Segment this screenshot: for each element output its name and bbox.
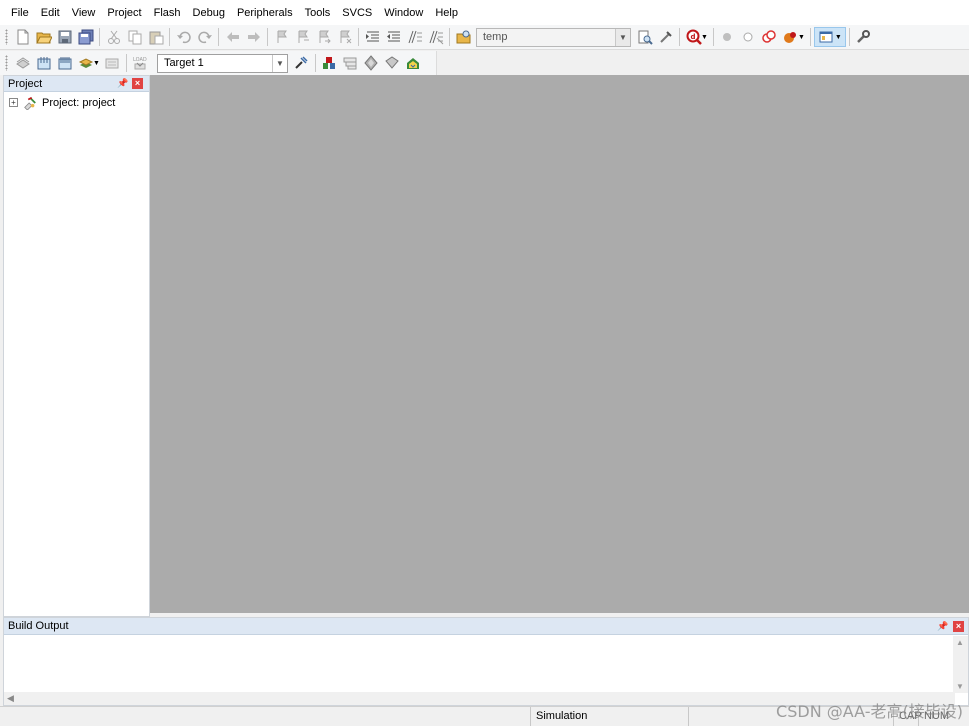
chevron-down-icon[interactable]: ▼ [701, 34, 708, 41]
build-output-title: Build Output [8, 620, 69, 632]
navigate-back-icon[interactable] [222, 27, 243, 47]
project-panel: Project 📌 × + Project: project [3, 75, 150, 617]
build-toolbar: ▼ LOAD Target 1 ▼ [0, 51, 437, 75]
menu-debug[interactable]: Debug [187, 0, 231, 26]
prev-bookmark-icon[interactable] [292, 27, 313, 47]
indent-icon[interactable] [362, 27, 383, 47]
find-combo[interactable]: temp ▼ [476, 27, 631, 47]
project-tree-root[interactable]: + Project: project [4, 94, 149, 111]
build-icon[interactable] [33, 53, 54, 73]
find-combo-value: temp [483, 31, 508, 43]
menu-svcs[interactable]: SVCS [336, 0, 378, 26]
undo-icon[interactable] [173, 27, 194, 47]
toolbar-separator [267, 28, 268, 46]
svg-text:d: d [690, 33, 695, 41]
project-panel-header: Project 📌 × [4, 76, 149, 92]
file-toolbar: temp ▼ d ▼ ▼ ▼ [0, 25, 969, 50]
window-layout-icon[interactable]: ▼ [813, 27, 846, 47]
breakpoint-icon[interactable] [717, 27, 738, 47]
menu-peripherals[interactable]: Peripherals [231, 0, 299, 26]
file-extensions-icon[interactable] [319, 53, 340, 73]
cut-icon[interactable] [103, 27, 124, 47]
vertical-scrollbar[interactable]: ▲ ▼ [953, 636, 968, 693]
new-file-icon[interactable] [12, 27, 33, 47]
scroll-left-icon[interactable]: ◀ [7, 693, 14, 704]
watermark: CSDN @AA-老高(接毕设) [776, 702, 963, 721]
paste-icon[interactable] [145, 27, 166, 47]
toolbar-separator [314, 54, 316, 72]
bookmark-icon[interactable] [271, 27, 292, 47]
toolbar-separator [449, 28, 450, 46]
chevron-down-icon[interactable]: ▼ [271, 54, 287, 72]
manage-project-icon[interactable] [340, 53, 361, 73]
close-icon[interactable]: × [953, 620, 964, 632]
uncomment-icon[interactable] [425, 27, 446, 47]
toolbar-separator [169, 28, 170, 46]
menu-tools[interactable]: Tools [299, 0, 337, 26]
find-in-files-icon[interactable] [453, 27, 474, 47]
toolbar-separator [99, 28, 100, 46]
translate-icon[interactable] [12, 53, 33, 73]
navigate-forward-icon[interactable] [243, 27, 264, 47]
close-icon[interactable]: × [132, 78, 143, 89]
menu-flash[interactable]: Flash [148, 0, 187, 26]
toolbar-separator [712, 28, 714, 46]
configure-icon[interactable] [853, 27, 874, 47]
download-icon[interactable]: LOAD [130, 53, 151, 73]
chevron-down-icon[interactable]: ▼ [615, 28, 630, 46]
target-options-icon[interactable] [291, 53, 312, 73]
toolbar-separator [125, 54, 127, 72]
pin-icon[interactable]: 📌 [937, 621, 948, 632]
copy-icon[interactable] [124, 27, 145, 47]
toolbar-separator [809, 28, 811, 46]
scroll-down-icon[interactable]: ▼ [956, 682, 964, 691]
build-output-panel: Build Output 📌 × ▲ ▼ ◀ [3, 617, 969, 706]
menu-view[interactable]: View [66, 0, 102, 26]
toolbar-grip[interactable] [5, 29, 8, 45]
expand-icon[interactable]: + [9, 98, 18, 107]
toolbar-grip[interactable] [5, 55, 8, 71]
project-panel-title: Project [8, 77, 43, 90]
chevron-down-icon[interactable]: ▼ [93, 60, 100, 67]
menu-file[interactable]: File [5, 0, 35, 26]
clear-bookmarks-icon[interactable] [334, 27, 355, 47]
incremental-find-icon[interactable] [655, 27, 676, 47]
project-icon [23, 96, 37, 110]
manage-run-time-icon[interactable] [382, 53, 403, 73]
rebuild-icon[interactable] [54, 53, 75, 73]
save-icon[interactable] [54, 27, 75, 47]
build-output-text[interactable] [4, 636, 953, 691]
save-all-icon[interactable] [75, 27, 96, 47]
menu-window[interactable]: Window [378, 0, 429, 26]
project-tree-label: Project: project [42, 96, 116, 109]
menu-bar: File Edit View Project Flash Debug Perip… [0, 0, 969, 26]
toolbar-separator [679, 28, 680, 46]
redo-icon[interactable] [194, 27, 215, 47]
chevron-down-icon[interactable]: ▼ [798, 34, 805, 41]
comment-icon[interactable] [404, 27, 425, 47]
svg-text:LOAD: LOAD [133, 57, 147, 63]
select-packs-icon[interactable] [361, 53, 382, 73]
stop-build-icon[interactable] [102, 53, 123, 73]
scroll-up-icon[interactable]: ▲ [956, 638, 964, 647]
editor-area[interactable] [150, 75, 969, 613]
unindent-icon[interactable] [383, 27, 404, 47]
menu-project[interactable]: Project [101, 0, 147, 26]
toolbar-separator [848, 28, 850, 46]
status-mode: Simulation [530, 707, 688, 726]
disable-breakpoint-icon[interactable] [738, 27, 759, 47]
kill-breakpoints-icon[interactable] [759, 27, 780, 47]
next-bookmark-icon[interactable] [313, 27, 334, 47]
target-select-value: Target 1 [163, 57, 204, 69]
target-select[interactable]: Target 1 ▼ [156, 53, 288, 73]
find-icon[interactable] [634, 27, 655, 47]
open-folder-icon[interactable] [33, 27, 54, 47]
pack-installer-icon[interactable] [403, 53, 424, 73]
pin-icon[interactable]: 📌 [117, 78, 128, 89]
build-output-header: Build Output 📌 × [4, 618, 968, 635]
toolbar-separator [358, 28, 359, 46]
menu-help[interactable]: Help [429, 0, 464, 26]
toolbar-separator [218, 28, 219, 46]
menu-edit[interactable]: Edit [35, 0, 66, 26]
